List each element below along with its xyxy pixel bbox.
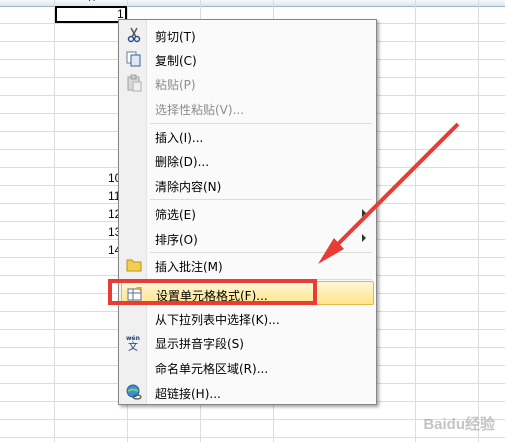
menu-item-pick-from-list[interactable]: 从下拉列表中选择(K)... [121, 306, 374, 330]
menu-item-label: 复制(C) [155, 54, 197, 68]
menu-item-insert[interactable]: 插入(I)... [121, 124, 374, 148]
menu-item-label: 粘贴(P) [155, 78, 196, 92]
pinyin-icon: wén 文 [126, 335, 140, 351]
menu-item-show-pinyin[interactable]: wén 文 显示拼音字段(S) [121, 330, 374, 354]
scissors-icon [127, 27, 141, 43]
context-menu: 剪切(T) 复制(C) 粘贴(P) 选择性粘贴(V)... 插入(I)... 删… [118, 19, 377, 405]
menu-item-label: 删除(D)... [155, 155, 210, 169]
menu-item-label: 超链接(H)... [155, 387, 221, 401]
paste-icon [127, 74, 142, 92]
submenu-arrow-icon [362, 209, 366, 217]
copy-icon [126, 51, 141, 67]
menu-item-hyperlink[interactable]: 超链接(H)... [121, 380, 374, 404]
annotation-highlight-box [108, 279, 317, 305]
menu-item-paste-special[interactable]: 选择性粘贴(V)... [121, 96, 374, 120]
menu-item-sort[interactable]: 排序(O) [121, 226, 374, 250]
menu-separator [150, 199, 372, 200]
menu-item-label: 显示拼音字段(S) [155, 337, 244, 351]
menu-item-label: 清除内容(N) [155, 180, 222, 194]
hyperlink-icon [126, 384, 142, 400]
menu-item-define-name[interactable]: 命名单元格区域(R)... [121, 355, 374, 379]
menu-item-cut[interactable]: 剪切(T) [121, 23, 374, 47]
menu-item-copy[interactable]: 复制(C) [121, 47, 374, 71]
watermark: Baidu经验 [423, 416, 495, 433]
menu-item-insert-comment[interactable]: 插入批注(M) [121, 253, 374, 277]
menu-item-label: 剪切(T) [155, 30, 196, 44]
menu-item-label: 插入批注(M) [155, 260, 223, 274]
grid-line [0, 437, 505, 438]
svg-text:文: 文 [128, 340, 138, 351]
column-header-label: H [88, 0, 96, 4]
menu-item-filter[interactable]: 筛选(E) [121, 201, 374, 225]
menu-item-label: 排序(O) [155, 233, 198, 247]
menu-item-clear-contents[interactable]: 清除内容(N) [121, 173, 374, 197]
submenu-arrow-icon [362, 234, 366, 242]
menu-item-label: 插入(I)... [155, 131, 204, 145]
menu-item-label: 筛选(E) [155, 208, 196, 222]
comment-icon [126, 259, 142, 272]
menu-item-label: 选择性粘贴(V)... [155, 103, 245, 117]
menu-item-label: 从下拉列表中选择(K)... [155, 313, 280, 327]
menu-item-paste[interactable]: 粘贴(P) [121, 71, 374, 95]
menu-item-delete[interactable]: 删除(D)... [121, 148, 374, 172]
svg-text:wén: wén [126, 335, 140, 342]
menu-item-label: 命名单元格区域(R)... [155, 362, 269, 376]
